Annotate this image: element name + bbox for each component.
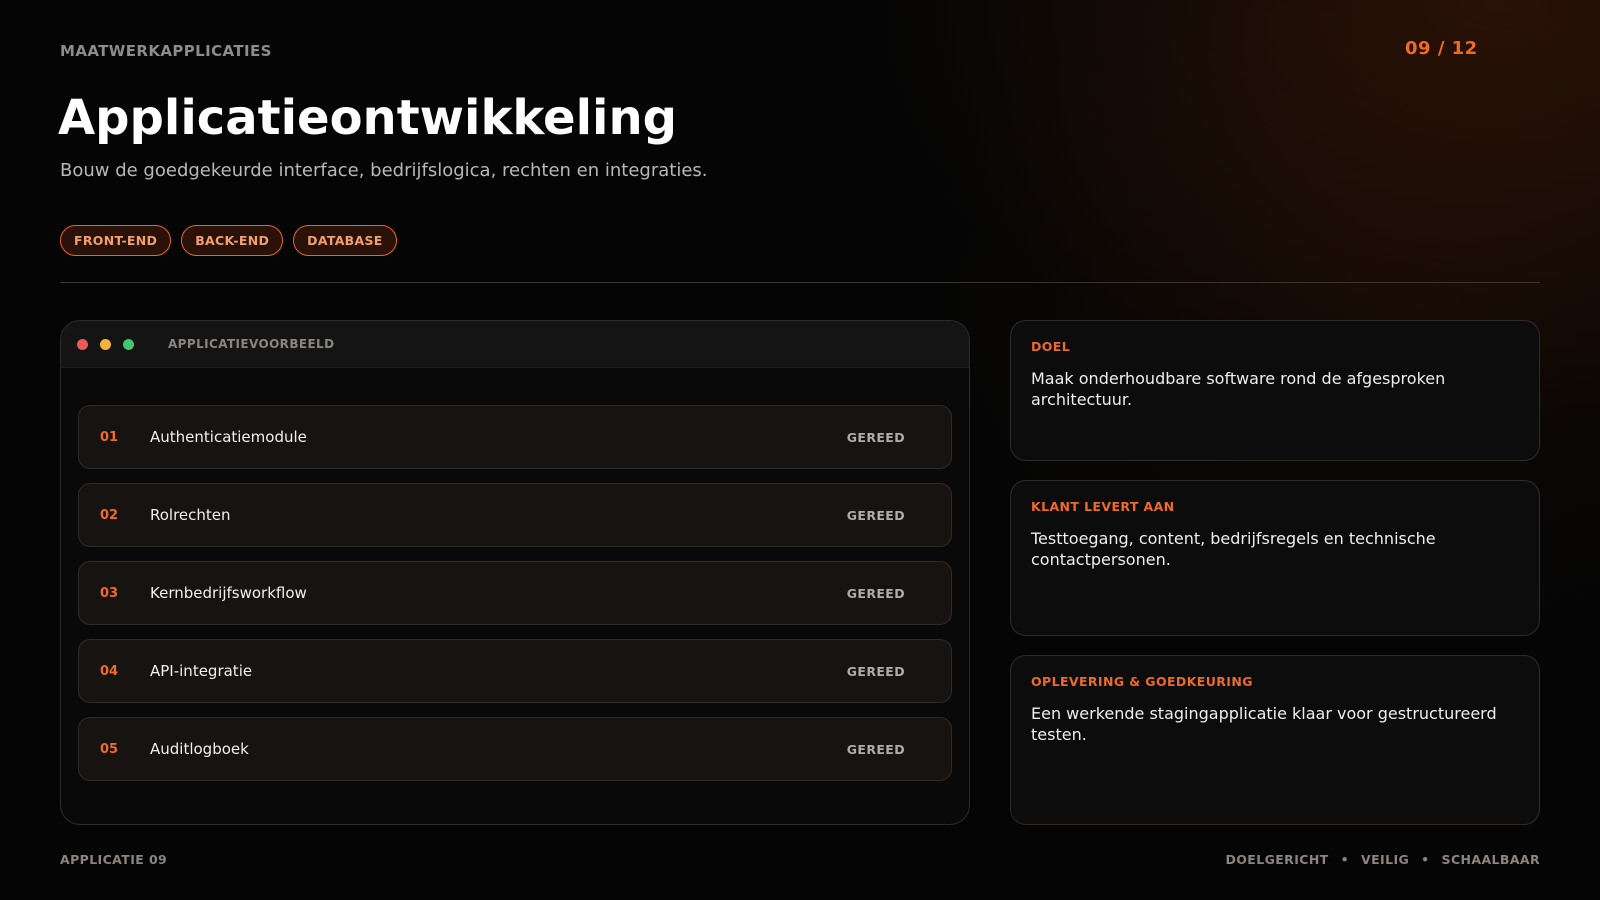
module-status: GEREED <box>846 507 905 523</box>
module-row: 05 Auditlogboek GEREED <box>78 717 952 781</box>
info-card-klant-levert-aan: KLANT LEVERT AAN Testtoegang, content, b… <box>1010 480 1540 636</box>
slide: MAATWERKAPPLICATIES 09 / 12 Applicatieon… <box>0 0 1600 900</box>
module-status: GEREED <box>846 429 905 445</box>
footer-app-label: APPLICATIE 09 <box>60 852 168 867</box>
info-card-title: KLANT LEVERT AAN <box>1031 499 1175 514</box>
module-row: 03 Kernbedrijfsworkflow GEREED <box>78 561 952 625</box>
footer-keyword: SCHAALBAAR <box>1441 852 1540 867</box>
module-row: 01 Authenticatiemodule GEREED <box>78 405 952 469</box>
module-number: 02 <box>100 507 119 523</box>
module-name: Auditlogboek <box>150 740 249 758</box>
tag-back-end: BACK-END <box>181 225 284 256</box>
page-subtitle: Bouw de goedgekeurde interface, bedrijfs… <box>60 160 708 181</box>
footer-keyword: DOELGERICHT <box>1225 852 1329 867</box>
module-name: Kernbedrijfsworkflow <box>150 584 307 602</box>
tag-front-end: FRONT-END <box>60 225 172 256</box>
page-title: Applicatieontwikkeling <box>58 90 678 146</box>
bullet-separator-icon: • <box>1340 852 1350 867</box>
module-status: GEREED <box>846 585 905 601</box>
module-status: GEREED <box>846 663 905 679</box>
module-row: 04 API-integratie GEREED <box>78 639 952 703</box>
tag-list: FRONT-END BACK-END DATABASE <box>60 225 397 256</box>
info-card-title: DOEL <box>1031 339 1071 354</box>
module-list: 01 Authenticatiemodule GEREED 02 Rolrech… <box>78 405 952 795</box>
page-counter: 09 / 12 <box>1405 38 1478 59</box>
module-number: 04 <box>100 663 119 679</box>
module-name: Authenticatiemodule <box>150 428 307 446</box>
window-label: APPLICATIEVOORBEELD <box>168 337 335 351</box>
footer-keyword: VEILIG <box>1361 852 1410 867</box>
info-card-doel: DOEL Maak onderhoudbare software rond de… <box>1010 320 1540 461</box>
module-row: 02 Rolrechten GEREED <box>78 483 952 547</box>
info-card-title: OPLEVERING & GOEDKEURING <box>1031 674 1253 689</box>
eyebrow-label: MAATWERKAPPLICATIES <box>60 42 272 60</box>
module-number: 05 <box>100 741 119 757</box>
info-card-body: Testtoegang, content, bedrijfsregels en … <box>1031 529 1436 569</box>
info-card-body: Maak onderhoudbare software rond de afge… <box>1031 369 1446 409</box>
bullet-separator-icon: • <box>1421 852 1430 867</box>
maximize-dot-icon <box>123 338 134 350</box>
info-card-oplevering: OPLEVERING & GOEDKEURING Een werkende st… <box>1010 655 1540 825</box>
info-card-body: Een werkende stagingapplicatie klaar voo… <box>1031 704 1497 744</box>
tag-database: DATABASE <box>293 225 397 256</box>
module-number: 03 <box>100 585 119 601</box>
application-preview-window: APPLICATIEVOORBEELD 01 Authenticatiemodu… <box>60 320 970 825</box>
module-status: GEREED <box>846 741 905 757</box>
close-dot-icon <box>77 338 88 350</box>
minimize-dot-icon <box>100 338 111 350</box>
header-divider <box>60 282 1540 283</box>
footer-keywords: DOELGERICHT • VEILIG • SCHAALBAAR <box>1225 852 1540 867</box>
module-name: Rolrechten <box>150 506 231 524</box>
module-name: API-integratie <box>150 662 253 680</box>
module-number: 01 <box>100 429 119 445</box>
window-titlebar: APPLICATIEVOORBEELD <box>61 321 969 368</box>
